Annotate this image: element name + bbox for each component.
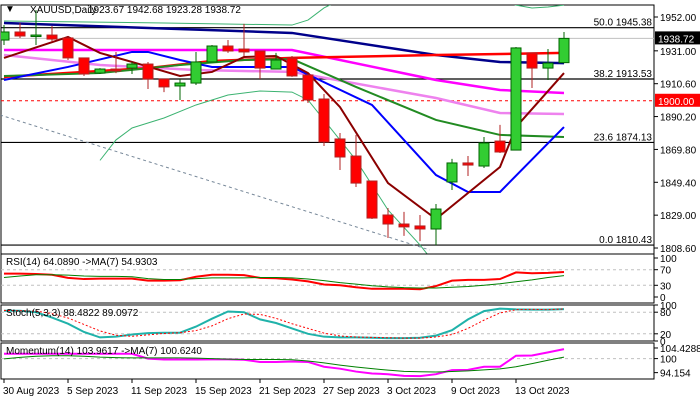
- candle-body: [126, 63, 138, 69]
- candle: [78, 57, 90, 76]
- momentum-tick-label: 94.154: [660, 369, 691, 380]
- date-tick-label: 30 Aug 2023: [3, 386, 60, 397]
- candle-body: [1, 31, 10, 41]
- candle: [62, 37, 74, 61]
- candle-body: [350, 155, 362, 184]
- candle-body: [494, 140, 506, 153]
- candle-body: [94, 68, 106, 74]
- date-tick-label: 3 Oct 2023: [387, 386, 436, 397]
- candle-body: [254, 50, 266, 69]
- momentum-label: Momentum(14) 103.9617 ->MA(7) 100.6240: [6, 346, 202, 357]
- rsi-panel[interactable]: RSI(14) 64.0890 ->MA(7) 54.9303: [0, 253, 655, 304]
- date-axis: 30 Aug 2023 5 Sep 2023 11 Sep 2023 15 Sep 2…: [3, 379, 570, 397]
- candle-body: [478, 142, 490, 167]
- chart-symbol: XAUUSD,Daily: [30, 5, 97, 16]
- date-tick-label: 27 Sep 2023: [323, 386, 380, 397]
- price-tick-label: 1952.00: [660, 13, 697, 24]
- candle-body: [238, 48, 250, 53]
- price-panel[interactable]: 50.0 1945.38 38.2 1913.53 23.6 1874.13 0.0 …: [0, 0, 655, 265]
- key-level-label: 1900.00: [658, 97, 695, 108]
- fib-level-label: 50.0 1945.38: [594, 18, 653, 29]
- date-tick-label: 9 Oct 2023: [451, 386, 500, 397]
- date-tick-label: 15 Sep 2023: [195, 386, 252, 397]
- candle-body: [462, 162, 474, 166]
- price-tick-label: 1890.20: [660, 113, 697, 124]
- stochastic-tick-label: 80: [660, 308, 672, 319]
- candle: [286, 55, 298, 77]
- candle-body: [510, 47, 522, 151]
- current-price-label: 1938.72: [658, 34, 695, 45]
- candle-body: [190, 61, 202, 84]
- candle-body: [542, 62, 554, 69]
- rsi-tick-label: 70: [660, 266, 672, 277]
- candle-body: [398, 223, 410, 228]
- price-tick-label: 1869.80: [660, 145, 697, 156]
- momentum-panel[interactable]: Momentum(14) 103.9617 ->MA(7) 100.6240: [0, 342, 655, 380]
- chart-ohlc: 1923.67 1942.68 1923.28 1938.72: [88, 5, 241, 16]
- date-tick-label: 21 Sep 2023: [259, 386, 316, 397]
- price-tick-label: 1910.60: [660, 80, 697, 91]
- candle-body: [158, 78, 170, 88]
- header-triangle-icon: ▼: [5, 4, 15, 15]
- candle: [366, 180, 378, 220]
- trading-chart[interactable]: 50.0 1945.38 38.2 1913.53 23.6 1874.13 0.0 …: [0, 0, 700, 400]
- fib-level-label: 23.6 1874.13: [594, 132, 653, 143]
- candle-body: [302, 74, 314, 101]
- candle-body: [366, 180, 378, 219]
- fib-level-label: 0.0 1810.43: [599, 235, 652, 246]
- candle-body: [334, 138, 346, 158]
- price-tick-label: 1849.40: [660, 178, 697, 189]
- candle-body: [14, 31, 26, 37]
- candle-body: [270, 59, 282, 70]
- price-axis: 1952.00 1931.00 1910.60 1890.20 1869.80 1849.…: [654, 13, 700, 380]
- candle-body: [62, 37, 74, 59]
- date-tick-label: 5 Sep 2023: [67, 386, 119, 397]
- candle-body: [526, 52, 538, 69]
- date-tick-label: 11 Sep 2023: [131, 386, 187, 397]
- stochastic-label: Stoch(5,3,3) 88.4822 89.0972: [6, 308, 139, 319]
- candle-body: [446, 162, 458, 183]
- candle: [318, 94, 330, 147]
- momentum-tick-label: 100: [660, 355, 677, 366]
- date-tick-label: 13 Oct 2023: [515, 386, 570, 397]
- candle-body: [142, 63, 154, 80]
- candle: [302, 74, 314, 104]
- candle-body: [430, 208, 442, 230]
- rsi-tick-label: 100: [660, 254, 677, 265]
- price-tick-label: 1829.00: [660, 211, 697, 222]
- candle-body: [174, 82, 186, 87]
- stochastic-panel[interactable]: Stoch(5,3,3) 88.4822 89.0972: [0, 304, 655, 342]
- momentum-tick-label: 104.4288: [660, 344, 700, 355]
- rsi-tick-label: 30: [660, 281, 672, 292]
- candle-body: [46, 34, 58, 40]
- candle-body: [222, 45, 234, 52]
- candle-body: [78, 57, 90, 75]
- candle: [94, 68, 106, 75]
- candle: [206, 45, 218, 63]
- candle-body: [286, 57, 298, 77]
- candle-body: [30, 34, 42, 38]
- candle-body: [318, 98, 330, 143]
- candle: [510, 46, 522, 151]
- candle-body: [414, 225, 426, 230]
- candle-body: [382, 214, 394, 225]
- candle-body: [558, 37, 570, 64]
- candle-body: [110, 68, 122, 72]
- fib-level-label: 38.2 1913.53: [594, 69, 653, 80]
- rsi-label: RSI(14) 64.0890 ->MA(7) 54.9303: [6, 257, 158, 268]
- candle-body: [206, 45, 218, 63]
- price-tick-label: 1931.00: [660, 47, 697, 58]
